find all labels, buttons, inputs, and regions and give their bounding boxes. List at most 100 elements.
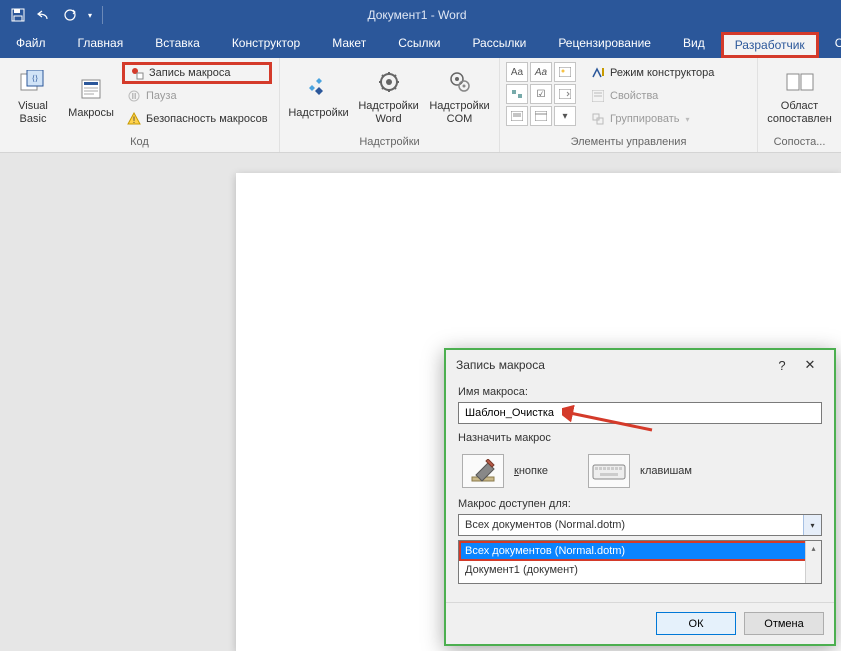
ok-button[interactable]: ОК	[656, 612, 736, 635]
word-addins-label: Надстройки Word	[355, 100, 422, 125]
dropdown-control[interactable]	[506, 106, 528, 126]
ribbon-group-controls: Aa Aa ☑ ▾ Режим конструктора	[500, 58, 758, 152]
group-addins-label: Надстройки	[286, 134, 493, 150]
tab-view[interactable]: Вид	[667, 28, 721, 58]
assign-keyboard-button[interactable]: клавишам	[588, 454, 692, 488]
com-addins-button[interactable]: Надстройки COM	[426, 62, 493, 130]
visual-basic-button[interactable]: ⟨⟩ Visual Basic	[6, 62, 60, 130]
addins-label: Надстройки	[288, 107, 348, 120]
tab-insert[interactable]: Вставка	[139, 28, 216, 58]
save-button[interactable]	[6, 3, 30, 27]
scope-dropdown[interactable]: Всех документов (Normal.dotm) ▾	[458, 514, 822, 536]
tab-review[interactable]: Рецензирование	[542, 28, 667, 58]
macro-security-label: Безопасность макросов	[146, 113, 268, 125]
ribbon-group-code: ⟨⟩ Visual Basic Макросы Запись макроса П…	[0, 58, 280, 152]
addins-button[interactable]: Надстройки	[286, 62, 351, 130]
plain-text-control[interactable]: Aa	[530, 62, 552, 82]
pause-recording-button: Пауза	[122, 85, 272, 107]
group-label: Группировать	[610, 113, 680, 125]
pause-label: Пауза	[146, 90, 177, 102]
properties-button: Свойства	[586, 85, 718, 107]
tab-layout[interactable]: Макет	[316, 28, 382, 58]
record-macro-dialog: Запись макроса ? ✕ Имя макроса: Назначит…	[444, 348, 836, 646]
dialog-titlebar: Запись макроса ? ✕	[446, 350, 834, 380]
tab-developer[interactable]: Разработчик	[721, 32, 819, 58]
hammer-icon	[462, 454, 504, 488]
macro-security-button[interactable]: ! Безопасность макросов	[122, 108, 272, 130]
group-compare-label: Сопоста...	[764, 134, 835, 150]
ribbon: ⟨⟩ Visual Basic Макросы Запись макроса П…	[0, 58, 841, 153]
tab-help[interactable]: Справка	[819, 28, 841, 58]
list-item[interactable]: Всех документов (Normal.dotm)	[459, 541, 821, 561]
ribbon-group-addins: Надстройки Надстройки Word Надстройки CO…	[280, 58, 500, 152]
scope-selected-value: Всех документов (Normal.dotm)	[465, 519, 625, 531]
rich-text-control[interactable]: Aa	[506, 62, 528, 82]
warning-icon: !	[126, 111, 142, 127]
tab-references[interactable]: Ссылки	[382, 28, 456, 58]
scope-listbox[interactable]: Всех документов (Normal.dotm) Документ1 …	[458, 540, 822, 584]
assign-button-label: кнопке	[514, 465, 548, 477]
macro-name-label: Имя макроса:	[458, 386, 822, 398]
help-button[interactable]: ?	[768, 358, 796, 373]
gear-icon	[373, 66, 405, 98]
compare-icon	[784, 66, 816, 98]
properties-icon	[590, 88, 606, 104]
visual-basic-label: Visual Basic	[6, 100, 60, 125]
redo-button[interactable]	[58, 3, 82, 27]
assign-keyboard-label: клавишам	[640, 465, 692, 477]
controls-gallery: Aa Aa ☑ ▾	[506, 62, 576, 126]
word-addins-button[interactable]: Надстройки Word	[355, 62, 422, 130]
assign-label: Назначить макрос	[458, 432, 822, 444]
quick-access-toolbar: ▾	[0, 3, 113, 27]
compare-label: Област сопоставлен	[764, 100, 835, 125]
scope-label: Макрос доступен для:	[458, 498, 822, 510]
combobox-control[interactable]	[554, 84, 576, 104]
keyboard-icon	[588, 454, 630, 488]
group-code-label: Код	[6, 134, 273, 150]
date-control[interactable]	[530, 106, 552, 126]
macro-name-input[interactable]	[458, 402, 822, 424]
record-macro-label: Запись макроса	[149, 67, 231, 79]
group-controls-label: Элементы управления	[506, 134, 751, 150]
tab-home[interactable]: Главная	[62, 28, 140, 58]
qat-customize-icon[interactable]: ▾	[84, 3, 96, 27]
scroll-up-icon[interactable]: ▴	[806, 541, 821, 555]
dialog-button-row: ОК Отмена	[446, 602, 834, 644]
legacy-controls[interactable]: ▾	[554, 106, 576, 126]
macros-icon	[75, 73, 107, 105]
ribbon-group-compare: Област сопоставлен Сопоста...	[758, 58, 841, 152]
separator	[102, 6, 103, 24]
compare-pane-button[interactable]: Област сопоставлен	[764, 62, 835, 130]
tab-file[interactable]: Файл	[0, 28, 62, 58]
chevron-down-icon: ▾	[803, 515, 821, 535]
group-icon	[590, 111, 606, 127]
listbox-scrollbar[interactable]: ▴	[805, 541, 821, 583]
visual-basic-icon: ⟨⟩	[17, 66, 49, 98]
close-button[interactable]: ✕	[796, 357, 824, 373]
macros-button[interactable]: Макросы	[64, 62, 118, 130]
design-mode-icon	[590, 65, 606, 81]
building-block-control[interactable]	[506, 84, 528, 104]
svg-text:!: !	[133, 115, 136, 125]
undo-button[interactable]	[32, 3, 56, 27]
macros-label: Макросы	[68, 107, 114, 120]
cancel-button[interactable]: Отмена	[744, 612, 824, 635]
com-addins-label: Надстройки COM	[426, 100, 493, 125]
tab-mailings[interactable]: Рассылки	[456, 28, 542, 58]
picture-control[interactable]	[554, 62, 576, 82]
window-title: Документ1 - Word	[113, 8, 721, 22]
tab-design[interactable]: Конструктор	[216, 28, 316, 58]
com-addins-icon	[444, 66, 476, 98]
ribbon-tabs: Файл Главная Вставка Конструктор Макет С…	[0, 30, 841, 58]
design-mode-label: Режим конструктора	[610, 67, 714, 79]
design-mode-button[interactable]: Режим конструктора	[586, 62, 718, 84]
list-item[interactable]: Документ1 (документ)	[459, 561, 821, 579]
properties-label: Свойства	[610, 90, 658, 102]
record-icon	[129, 65, 145, 81]
assign-button-button[interactable]: кнопке	[462, 454, 548, 488]
svg-text:⟨⟩: ⟨⟩	[32, 74, 38, 83]
checkbox-control[interactable]: ☑	[530, 84, 552, 104]
dialog-title: Запись макроса	[456, 358, 768, 372]
record-macro-button[interactable]: Запись макроса	[122, 62, 272, 84]
pause-icon	[126, 88, 142, 104]
